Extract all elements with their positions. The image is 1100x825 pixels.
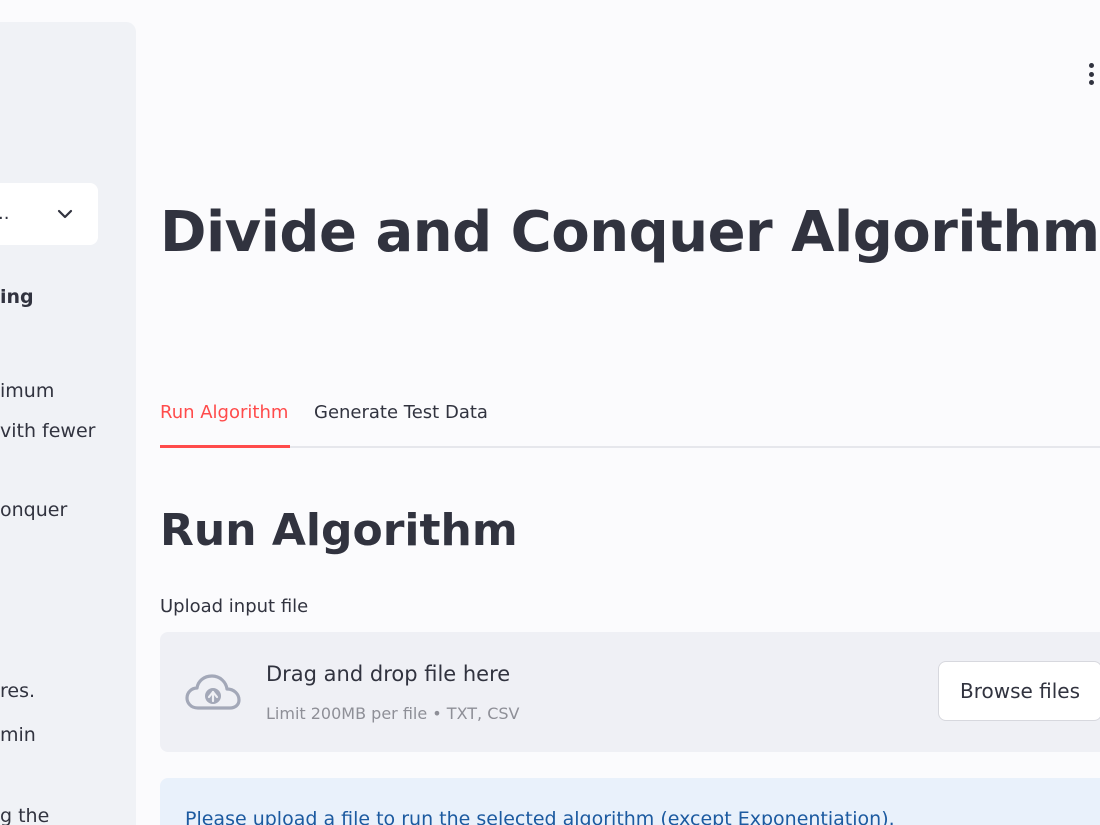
- info-alert-text: Please upload a file to run the selected…: [185, 808, 895, 825]
- app-page: .. ing imum vith fewer onquer res. min g…: [0, 0, 1100, 825]
- browse-files-button[interactable]: Browse files: [938, 661, 1100, 721]
- tab-bar: Run Algorithm Generate Test Data: [160, 398, 1100, 448]
- vertical-dots-icon: [1088, 63, 1094, 68]
- page-title: Divide and Conquer Algorithms: [160, 200, 1100, 265]
- sidebar: .. ing imum vith fewer onquer res. min g…: [0, 22, 136, 825]
- tab-run-algorithm[interactable]: Run Algorithm: [160, 402, 288, 443]
- vertical-dots-icon: [1088, 80, 1094, 85]
- tab-generate-test-data[interactable]: Generate Test Data: [314, 402, 488, 443]
- upload-label: Upload input file: [160, 596, 309, 617]
- sidebar-text-fragment: imum: [0, 380, 55, 402]
- sidebar-heading-fragment: ing: [0, 286, 34, 308]
- sidebar-text-fragment: vith fewer: [0, 420, 96, 442]
- main-menu-button[interactable]: [1084, 60, 1098, 88]
- vertical-dots-icon: [1088, 71, 1094, 77]
- section-heading: Run Algorithm: [160, 505, 518, 556]
- dropzone-instruction: Drag and drop file here: [266, 662, 511, 686]
- cloud-upload-icon: [185, 674, 241, 710]
- algorithm-select[interactable]: ..: [0, 183, 98, 245]
- algorithm-select-value: ..: [0, 203, 10, 224]
- sidebar-text-fragment: g the: [0, 805, 50, 825]
- info-alert: Please upload a file to run the selected…: [160, 778, 1100, 825]
- chevron-down-icon: [57, 209, 73, 219]
- active-tab-indicator: [160, 445, 290, 448]
- sidebar-text-fragment: onquer: [0, 499, 68, 521]
- tab-label: Generate Test Data: [314, 402, 488, 423]
- tab-label: Run Algorithm: [160, 402, 289, 423]
- sidebar-text-fragment: min: [0, 724, 36, 746]
- dropzone-limit: Limit 200MB per file • TXT, CSV: [266, 704, 520, 723]
- file-dropzone[interactable]: Drag and drop file here Limit 200MB per …: [160, 632, 1100, 752]
- sidebar-text-fragment: res.: [0, 680, 36, 702]
